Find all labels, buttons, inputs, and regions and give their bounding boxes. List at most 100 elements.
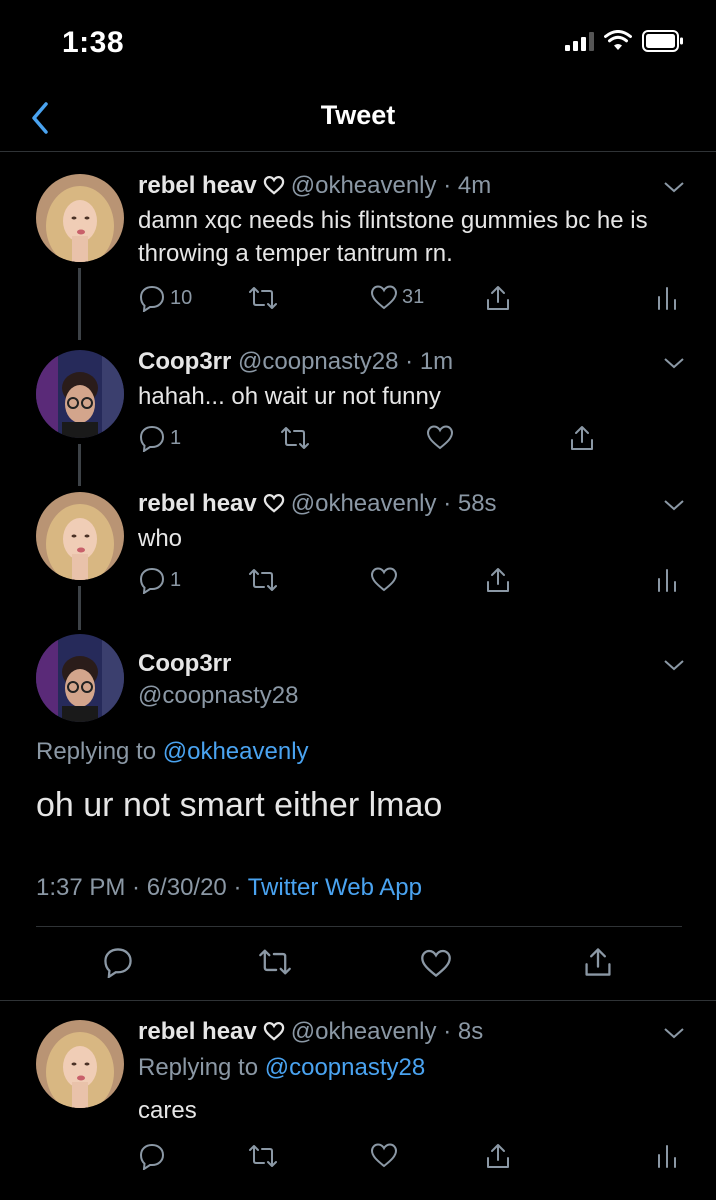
reply-button[interactable] — [138, 1142, 166, 1170]
tweet-timestamp: 1:37 PM · 6/30/20 · — [36, 874, 248, 901]
tweet[interactable]: rebel heav @okheavenly · 58s who 1 — [0, 488, 716, 628]
like-icon[interactable] — [420, 948, 452, 978]
heart-badge-icon — [263, 175, 284, 195]
user-handle[interactable]: @okheavenly — [291, 172, 437, 199]
cellular-signal-icon — [565, 31, 594, 51]
reply-button[interactable]: 1 — [138, 424, 181, 452]
caret-down-icon[interactable] — [662, 180, 686, 194]
tweet-text: cares — [138, 1097, 197, 1124]
user-handle[interactable]: @coopnasty28 — [138, 682, 298, 709]
share-icon[interactable] — [582, 946, 614, 978]
share-button[interactable] — [484, 566, 512, 594]
reply-icon — [139, 285, 165, 312]
tweet-actions: 1 — [138, 566, 698, 596]
reply-icon — [139, 567, 165, 594]
display-name-block: Coop3rr — [138, 650, 231, 678]
reply-tweet[interactable]: rebel heav @okheavenly · 8s Replying to @… — [0, 1016, 716, 1200]
retweet-button[interactable] — [248, 284, 278, 312]
display-name[interactable]: Coop3rr — [138, 348, 231, 375]
share-icon — [571, 426, 593, 450]
tweet-time[interactable]: · 8s — [443, 1018, 483, 1045]
tweet-header: rebel heav @okheavenly · 8s — [138, 1018, 483, 1046]
avatar[interactable] — [36, 634, 124, 722]
user-handle[interactable]: @coopnasty28 — [238, 348, 398, 375]
analytics-icon — [658, 569, 676, 592]
analytics-button[interactable] — [656, 1142, 678, 1168]
display-name[interactable]: Coop3rr — [138, 650, 231, 677]
caret-down-icon[interactable] — [662, 498, 686, 512]
analytics-button[interactable] — [656, 566, 678, 592]
retweet-icon — [281, 427, 309, 449]
analytics-icon — [658, 1145, 676, 1168]
retweet-icon — [249, 569, 277, 591]
battery-icon — [642, 30, 683, 52]
retweet-icon — [249, 1145, 277, 1167]
caret-down-icon[interactable] — [662, 1026, 686, 1040]
display-name[interactable]: rebel heav — [138, 1018, 257, 1045]
share-button[interactable] — [484, 1142, 512, 1170]
share-button[interactable] — [568, 424, 596, 452]
reply-button[interactable]: 1 — [138, 566, 181, 594]
reply-button[interactable]: 10 — [138, 284, 192, 312]
share-icon — [487, 286, 509, 310]
replying-to-handle[interactable]: @coopnasty28 — [265, 1054, 425, 1081]
tweet-header: Coop3rr @coopnasty28 · 1m — [138, 348, 453, 376]
user-handle-block: @coopnasty28 — [138, 682, 298, 710]
tweet-header: rebel heav @okheavenly · 58s — [138, 490, 497, 518]
avatar[interactable] — [36, 1020, 124, 1108]
share-icon — [487, 568, 509, 592]
caret-down-icon[interactable] — [662, 658, 686, 672]
display-name[interactable]: rebel heav — [138, 172, 257, 199]
tweet-actions — [138, 1142, 698, 1172]
like-button[interactable] — [370, 1142, 398, 1168]
reply-count: 10 — [170, 286, 193, 309]
like-icon — [426, 425, 454, 450]
page-title: Tweet — [320, 100, 396, 130]
avatar[interactable] — [36, 350, 124, 438]
share-button[interactable] — [484, 284, 512, 312]
replying-to-handle[interactable]: @okheavenly — [163, 738, 309, 765]
tweet-time[interactable]: · 4m — [443, 172, 491, 199]
status-time: 1:38 — [62, 26, 125, 59]
tweet[interactable]: rebel heav @okheavenly · 4m damn xqc need… — [0, 170, 716, 340]
user-handle[interactable]: @okheavenly — [291, 1018, 437, 1045]
like-button[interactable] — [370, 566, 398, 592]
retweet-button[interactable] — [248, 566, 278, 594]
heart-badge-icon — [263, 1021, 284, 1041]
main-tweet: Coop3rr @coopnasty28 Replying to @okheav… — [0, 630, 716, 1000]
status-bar: 1:38 — [0, 0, 716, 90]
section-divider — [0, 1000, 716, 1001]
tweet-header: rebel heav @okheavenly · 4m — [138, 172, 491, 200]
main-tweet-text: oh ur not smart either lmao — [36, 786, 443, 824]
tweet-meta: 1:37 PM · 6/30/20 · Twitter Web App — [36, 874, 422, 902]
divider — [36, 926, 682, 927]
status-icons — [565, 30, 684, 52]
retweet-button[interactable] — [280, 424, 310, 452]
avatar[interactable] — [36, 174, 124, 262]
tweet-text: hahah... oh wait ur not funny — [138, 383, 441, 410]
like-icon — [370, 567, 398, 592]
reply-count: 1 — [170, 426, 182, 449]
like-button[interactable]: 31 — [370, 284, 424, 310]
user-handle[interactable]: @okheavenly — [291, 490, 437, 517]
tweet-time[interactable]: · 1m — [405, 348, 453, 375]
analytics-icon — [658, 287, 676, 310]
retweet-icon[interactable] — [258, 946, 292, 978]
tweet-source[interactable]: Twitter Web App — [248, 874, 422, 901]
reply-icon — [139, 1143, 165, 1170]
display-name[interactable]: rebel heav — [138, 490, 257, 517]
reply-count: 1 — [170, 568, 182, 591]
like-button[interactable] — [426, 424, 454, 450]
reply-icon[interactable] — [102, 946, 134, 978]
replying-to-label: Replying to — [138, 1054, 259, 1081]
avatar[interactable] — [36, 492, 124, 580]
like-icon — [370, 285, 398, 310]
tweet-actions: 10 31 — [138, 284, 698, 314]
main-tweet-actions — [0, 946, 716, 980]
retweet-button[interactable] — [248, 1142, 278, 1170]
analytics-button[interactable] — [656, 284, 678, 310]
replying-to: Replying to @coopnasty28 — [138, 1054, 425, 1082]
tweet[interactable]: Coop3rr @coopnasty28 · 1m hahah... oh wa… — [0, 346, 716, 474]
tweet-time[interactable]: · 58s — [443, 490, 496, 517]
caret-down-icon[interactable] — [662, 356, 686, 370]
